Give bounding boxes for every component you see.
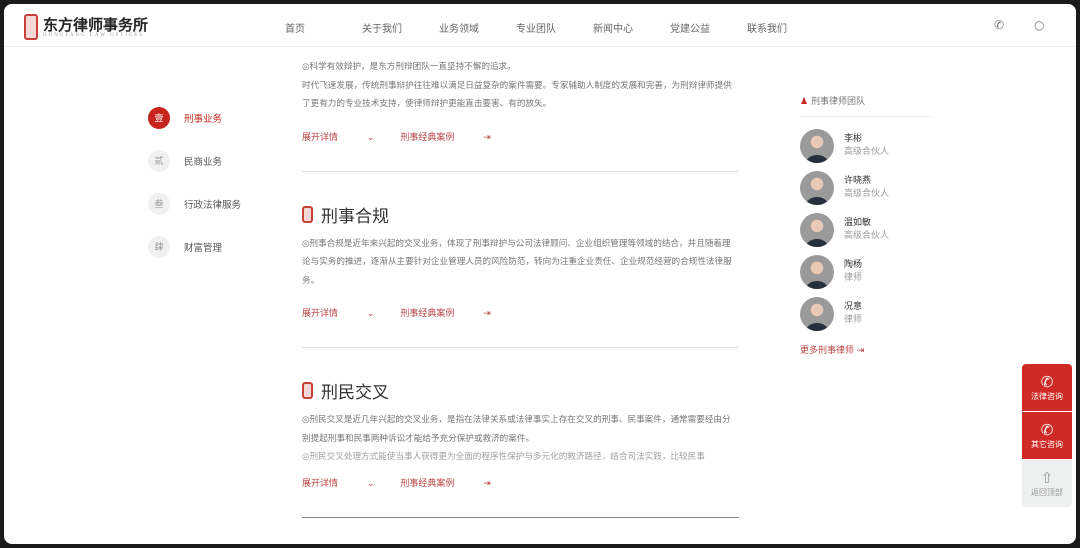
member-role: 高级合伙人 [844,189,890,199]
nav-business[interactable]: 业务领域 [439,20,516,35]
divider [302,170,739,172]
team-member[interactable]: 李彬 高级合伙人 [800,125,934,167]
divider [302,517,739,518]
section-defense: ◎科学有效辩护，是东方刑辩团队一直坚持不懈的追求。 时代飞速发展，传统刑事辩护往… [302,58,739,172]
logo-subtitle: DONGFANG LAW OFFICES [43,32,145,38]
side-nav-criminal[interactable]: 壹 刑事业务 [148,96,241,139]
side-nav: 壹 刑事业务 贰 民商业务 叁 行政法律服务 肆 财富管理 [148,96,241,268]
member-name: 陶杨 [844,260,863,270]
avatar [800,213,834,247]
divider [302,347,739,348]
logo-seal-icon [24,14,38,40]
member-role: 高级合伙人 [844,147,890,157]
team-icon: ♟ [800,97,809,107]
legal-consult-button[interactable]: ✆ 法律咨询 [1022,364,1072,411]
other-consult-button[interactable]: ✆ 其它咨询 [1022,412,1072,459]
side-nav-admin[interactable]: 叁 行政法律服务 [148,182,241,225]
main-content: ◎科学有效辩护，是东方刑辩团队一直坚持不懈的追求。 时代飞速发展，传统刑事辩护往… [302,58,739,518]
page: 东方律师事务所 DONGFANG LAW OFFICES 首页 关于我们 业务领… [4,4,1076,544]
cases-link[interactable]: 刑事经典案例 ⇥ [400,130,490,143]
team-member[interactable]: 许晓燕 高级合伙人 [800,167,934,209]
nav-news[interactable]: 新闻中心 [593,20,670,35]
cases-link[interactable]: 刑事经典案例 ⇥ [400,476,490,489]
section-title: 刑事合规 [321,206,389,227]
cases-link[interactable]: 刑事经典案例 ⇥ [400,306,490,319]
header: 东方律师事务所 DONGFANG LAW OFFICES 首页 关于我们 业务领… [4,4,1076,47]
member-name: 温如敏 [844,218,872,228]
team-panel: ♟ 刑事律师团队 李彬 高级合伙人 许晓燕 高级合伙人 温如敏 高级合伙人 陶杨 律师 … [800,94,934,356]
member-name: 李彬 [844,134,863,144]
button-label: 法律咨询 [1031,392,1063,401]
avatar [800,297,834,331]
seal-icon [302,382,313,399]
side-nav-wealth[interactable]: 肆 财富管理 [148,225,241,268]
section-compliance: 刑事合规 ◎刑事合规是近年来兴起的交叉业务，体现了刑事辩护与公司法律顾问、企业组… [302,202,739,348]
member-role: 律师 [844,273,863,283]
expand-details-link[interactable]: 展开详情 ⌄ [302,306,374,319]
team-member[interactable]: 况意 律师 [800,293,934,335]
nav-about[interactable]: 关于我们 [362,20,439,35]
section-text: ◎科学有效辩护，是东方刑辩团队一直坚持不懈的追求。 [302,62,516,72]
section-text: 时代飞速发展，传统刑事辩护往往难以满足日益复杂的案件需要。专家辅助人制度的发展和… [302,80,732,110]
team-title: ♟ 刑事律师团队 [800,94,934,117]
main-nav: 首页 关于我们 业务领域 专业团队 新闻中心 党建公益 联系我们 [285,20,824,35]
section-criminal-civil: 刑民交叉 ◎刑民交叉是近几年兴起的交叉业务，是指在法律关系或法律事实上存在交叉的… [302,378,739,518]
avatar [800,129,834,163]
side-nav-label: 财富管理 [184,242,223,254]
nav-team[interactable]: 专业团队 [516,20,593,35]
phone-icon: ✆ [1040,421,1054,439]
section-text: ◎刑民交叉处理方式能使当事人获得更为全面的程序性保护与多元化的救济路径，结合司法… [302,452,705,460]
side-nav-number: 肆 [148,235,170,258]
member-name: 况意 [844,302,863,312]
expand-details-link[interactable]: 展开详情 ⌄ [302,130,374,143]
search-icon[interactable]: ○ [1034,18,1044,32]
nav-contact[interactable]: 联系我们 [747,20,824,35]
arrow-up-icon: ⇧ [1040,469,1054,487]
section-title: 刑民交叉 [321,383,389,403]
button-label: 其它咨询 [1031,440,1063,449]
avatar [800,255,834,289]
team-member[interactable]: 温如敏 高级合伙人 [800,209,934,251]
side-nav-number: 贰 [148,149,170,172]
side-nav-label: 刑事业务 [184,113,223,125]
member-role: 高级合伙人 [844,231,890,241]
member-name: 许晓燕 [844,176,872,186]
side-nav-number: 壹 [148,106,170,129]
more-lawyers-link[interactable]: 更多刑事律师 ⇥ [800,343,934,356]
phone-icon: ✆ [1040,373,1054,391]
nav-home[interactable]: 首页 [285,20,362,35]
side-nav-label: 民商业务 [184,156,223,168]
phone-icon[interactable]: ✆ [994,18,1004,32]
team-member[interactable]: 陶杨 律师 [800,251,934,293]
side-nav-label: 行政法律服务 [184,199,242,211]
expand-details-link[interactable]: 展开详情 ⌄ [302,476,374,489]
side-nav-civil[interactable]: 贰 民商业务 [148,139,241,182]
section-text: ◎刑民交叉是近几年兴起的交叉业务，是指在法律关系或法律事实上存在交叉的刑事、民事… [302,415,731,444]
nav-party[interactable]: 党建公益 [670,20,747,35]
side-nav-number: 叁 [148,192,170,215]
logo-name: 东方律师事务所 [43,15,149,34]
section-text: ◎刑事合规是近年来兴起的交叉业务，体现了刑事辩护与公司法律顾问、企业组织管理等领… [302,238,732,286]
member-role: 律师 [844,315,863,325]
avatar [800,171,834,205]
seal-icon [302,205,313,223]
button-label: 返回顶部 [1031,488,1063,497]
logo[interactable]: 东方律师事务所 DONGFANG LAW OFFICES [24,14,148,40]
back-to-top-button[interactable]: ⇧ 返回顶部 [1022,460,1072,507]
